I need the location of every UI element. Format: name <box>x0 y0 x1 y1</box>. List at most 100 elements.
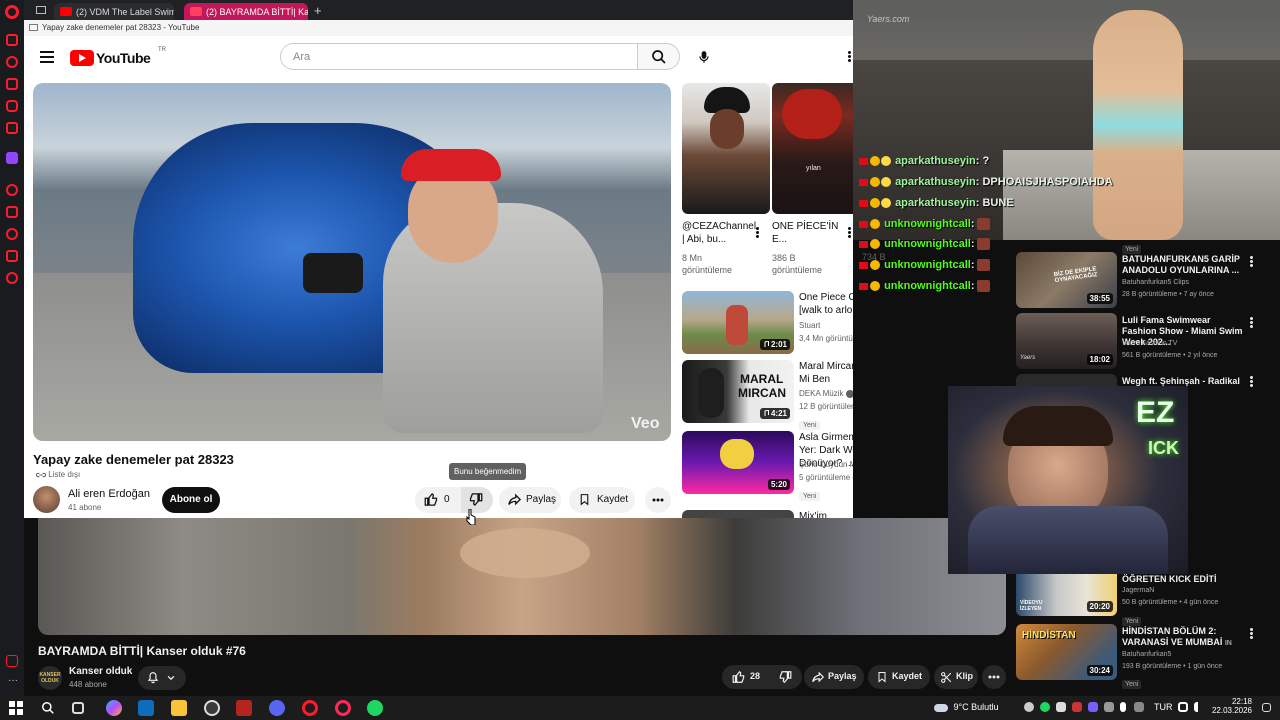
shopping-icon[interactable] <box>6 78 18 90</box>
bg-rec-title[interactable]: HİNDİSTAN BÖLÜM 2: VARANASİ VE MUMBAİ IN <box>1122 626 1244 649</box>
rec-title[interactable]: Mix'im <box>799 510 853 518</box>
rec-channel[interactable]: Şunu Duydun Mu? <box>799 459 853 470</box>
more-icon[interactable] <box>1250 317 1253 329</box>
opera-gx-icon[interactable] <box>335 700 351 716</box>
task-view-icon[interactable] <box>72 702 84 714</box>
rec-channel[interactable]: DEKA Müzik <box>799 388 853 399</box>
recommendation-item[interactable]: 2:01 One Piece OST-Overtaken [walk to ar… <box>682 291 853 355</box>
chat-username[interactable]: aparkathuseyin <box>895 176 976 188</box>
notification-icon[interactable] <box>1262 703 1271 712</box>
history-icon[interactable] <box>6 228 18 240</box>
spotify-icon[interactable] <box>367 700 383 716</box>
bg-rec-item[interactable]: BİZ DE EKİPLE OYNAYACAĞIZ 38:55 BATUHANF… <box>1016 252 1266 308</box>
search-button[interactable] <box>638 43 680 70</box>
bg-rec-title[interactable]: BATUHANFURKAN5 GARİP ANADOLU OYUNLARINA … <box>1122 254 1244 276</box>
outlook-icon[interactable] <box>138 700 154 716</box>
tab-bayramda[interactable]: (2) BAYRAMDA BİTTİ| Kan <box>184 3 308 21</box>
recommendation-item[interactable]: MARAL MIRCAN 4:21 Maral Mircan - Eyvah D… <box>682 360 853 430</box>
bg-rec-channel[interactable]: JagermaN <box>1122 586 1154 596</box>
bg-notification-button[interactable] <box>138 666 186 690</box>
app-icon[interactable] <box>236 700 252 716</box>
opera-logo-icon[interactable] <box>5 5 19 19</box>
bg-rec-item[interactable]: Yaers 18:02 Luli Fama Swimwear Fashion S… <box>1016 313 1266 369</box>
rec-thumbnail[interactable] <box>682 510 794 518</box>
more-icon[interactable] <box>1250 376 1253 388</box>
opera-icon[interactable] <box>302 700 318 716</box>
player-icon[interactable] <box>6 184 18 196</box>
mail-icon[interactable] <box>6 122 18 134</box>
search-input[interactable]: Ara <box>280 43 638 70</box>
masthead-more-icon[interactable] <box>848 51 851 63</box>
bg-dislike-button[interactable] <box>772 665 802 689</box>
chat-username[interactable]: unknownightcall <box>884 280 971 292</box>
messenger-icon[interactable] <box>6 56 18 68</box>
more-icon[interactable] <box>756 227 759 239</box>
bg-channel-avatar[interactable]: KANSER OLDUK <box>38 666 62 690</box>
short-thumbnail[interactable] <box>682 83 770 214</box>
tray-app-icon[interactable] <box>1104 702 1114 712</box>
discord-icon[interactable] <box>269 700 285 716</box>
window-titlebar[interactable]: Yapay zake denemeler pat 28323 - YouTube <box>24 20 853 36</box>
recommendation-item[interactable]: 5:20 Asla Girmemen Gereken O Yer: Dark W… <box>682 431 853 501</box>
share-button[interactable]: Paylaş <box>499 487 561 513</box>
bg-rec-thumbnail[interactable]: HİNDİSTAN 30:24 <box>1016 624 1117 680</box>
bg-rec-thumbnail[interactable]: VİDEOYU İZLEYEN 20:20 <box>1016 574 1117 616</box>
chat-username[interactable]: unknownightcall <box>884 238 971 250</box>
tab-switcher-icon[interactable] <box>36 6 46 14</box>
clock[interactable]: 22:18 22.03.2026 <box>1202 697 1252 715</box>
bg-like-button[interactable]: 28 <box>722 665 768 689</box>
short-title[interactable]: @CEZAChannel | Abi, bu... <box>682 220 756 246</box>
network-icon[interactable] <box>1178 702 1188 712</box>
save-button[interactable]: Kaydet <box>569 487 635 513</box>
short-title[interactable]: ONE PİECE'İN E... <box>772 220 840 246</box>
more-icon[interactable] <box>1250 256 1253 268</box>
bg-more-button[interactable] <box>982 665 1006 689</box>
bg-channel-name[interactable]: Kanser olduk <box>69 666 132 677</box>
rec-thumbnail[interactable]: 2:01 <box>682 291 794 354</box>
bg-rec-item[interactable]: VİDEOYU İZLEYEN 20:20 ÖĞRETEN KICK EDİTİ… <box>1016 574 1266 626</box>
copilot-icon[interactable] <box>106 700 122 716</box>
chat-username[interactable]: aparkathuseyin <box>895 197 976 209</box>
tab-vdm[interactable]: (2) VDM The Label Swimw <box>54 3 174 21</box>
rec-title[interactable]: Maral Mircan - Eyvah Delirdim Mi Ben <box>799 360 853 386</box>
stream-video[interactable]: Yaers.com aparkathuseyin: ? aparkathusey… <box>853 0 1280 240</box>
chat-username[interactable]: unknownightcall <box>884 218 971 230</box>
bg-rec-thumbnail[interactable]: Yaers 18:02 <box>1016 313 1117 369</box>
video-player[interactable]: Veo <box>33 83 671 441</box>
bg-rec-channel[interactable]: Batuhanfurkan5 Clips <box>1122 278 1189 288</box>
channel-name[interactable]: Ali eren Erdoğan <box>68 488 150 500</box>
recommendation-item[interactable]: Mix'im <box>682 510 853 518</box>
more-icon[interactable] <box>1250 628 1253 640</box>
menu-button[interactable] <box>40 51 54 63</box>
instagram-icon[interactable] <box>6 100 18 112</box>
language-indicator[interactable]: TUR <box>1154 702 1173 712</box>
chat-username[interactable]: unknownightcall <box>884 259 971 271</box>
downloads-icon[interactable] <box>6 250 18 262</box>
subscribe-button[interactable]: Abone ol <box>162 487 220 513</box>
rec-thumbnail[interactable]: 5:20 <box>682 431 794 494</box>
file-explorer-icon[interactable] <box>171 700 187 716</box>
bg-rec-thumbnail[interactable]: BİZ DE EKİPLE OYNAYACAĞIZ 38:55 <box>1016 252 1117 308</box>
pinboard-icon[interactable] <box>6 206 18 218</box>
bg-rec-title[interactable]: ÖĞRETEN KICK EDİTİ <box>1122 574 1244 585</box>
windows-start-icon[interactable] <box>9 701 23 715</box>
like-button[interactable]: 0 <box>415 487 459 513</box>
chat-username[interactable]: aparkathuseyin <box>895 155 976 167</box>
rec-title[interactable]: One Piece OST-Overtaken [walk to arlong … <box>799 291 853 317</box>
new-tab-button[interactable]: + <box>314 3 322 18</box>
short-item[interactable]: @CEZAChannel | Abi, bu... 8 Mn görüntüle… <box>682 83 770 283</box>
ext-icon[interactable] <box>6 655 18 667</box>
spotify-tray-icon[interactable] <box>1040 702 1050 712</box>
bg-save-button[interactable]: Kaydet <box>868 665 930 689</box>
tray-app-icon[interactable] <box>1088 702 1098 712</box>
bg-rec-channel[interactable]: Batuhanfurkan5 <box>1122 650 1171 660</box>
bg-share-button[interactable]: Paylaş <box>804 665 864 689</box>
twitch-icon[interactable] <box>6 152 18 164</box>
sidebar-more-icon[interactable]: ··· <box>8 675 18 686</box>
aria-icon[interactable] <box>6 34 18 46</box>
channel-avatar[interactable] <box>33 486 60 513</box>
bg-rec-item[interactable]: HİNDİSTAN 30:24 HİNDİSTAN BÖLÜM 2: VARAN… <box>1016 624 1266 689</box>
voice-search-button[interactable] <box>690 43 718 71</box>
more-icon[interactable] <box>848 227 851 239</box>
bg-rec-channel[interactable]: Yaers Fashion TV <box>1122 339 1177 349</box>
